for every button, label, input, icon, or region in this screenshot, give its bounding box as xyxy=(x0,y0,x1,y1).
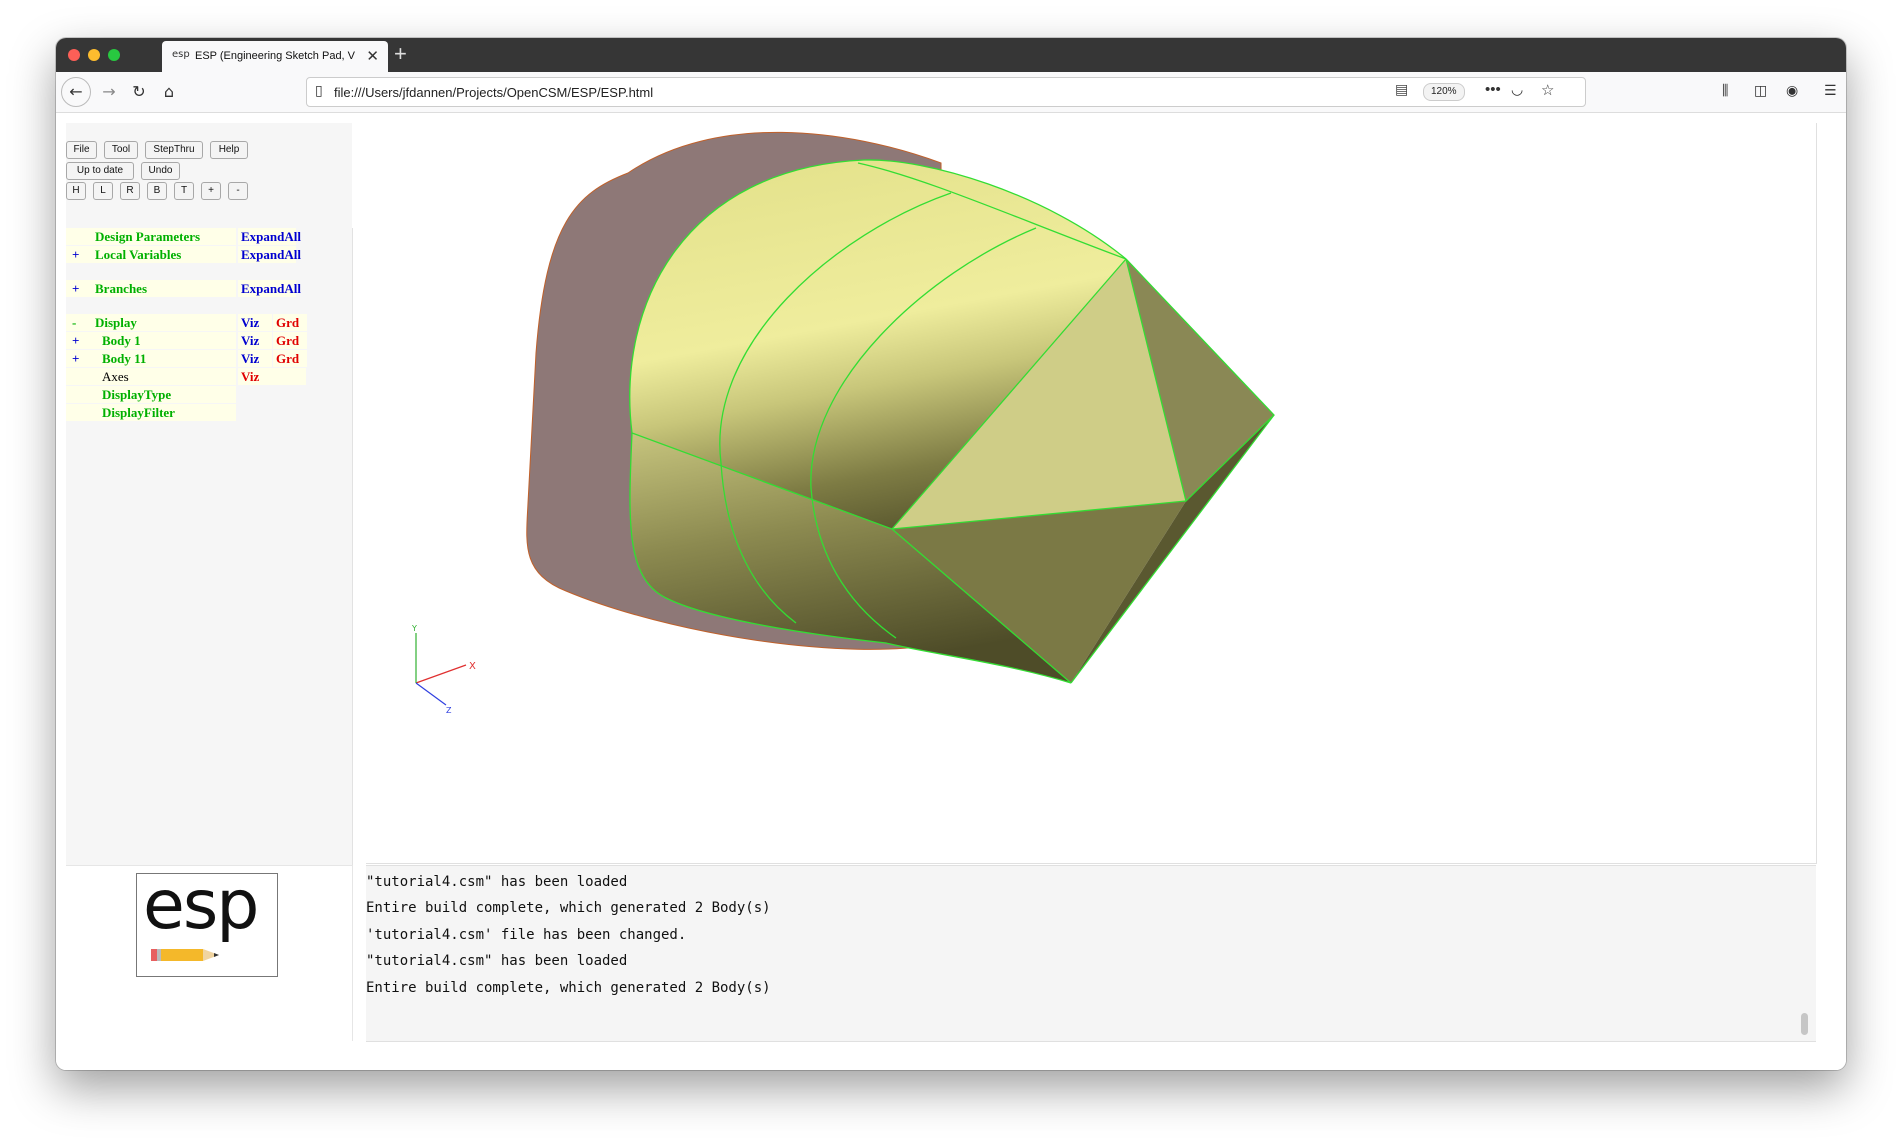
body-11-expand[interactable]: + xyxy=(66,350,86,367)
help-button[interactable]: Help xyxy=(210,141,248,159)
body-11-grd[interactable]: Grd xyxy=(273,350,307,367)
bookmark-star-icon[interactable]: ☆ xyxy=(1541,81,1554,99)
tree-row-design-parameters: Design Parameters ExpandAll xyxy=(66,228,301,245)
toolbar-panel: File Tool StepThru Help Up to date Undo … xyxy=(66,123,352,228)
zoom-out-button[interactable]: - xyxy=(228,182,248,200)
body-1-grd[interactable]: Grd xyxy=(273,332,307,349)
browser-tab[interactable]: esp ESP (Engineering Sketch Pad, V ✕ xyxy=(162,41,388,72)
branches-expand[interactable]: + xyxy=(66,280,86,297)
view-left-button[interactable]: L xyxy=(93,182,113,200)
tree-row-displaytype: DisplayType xyxy=(66,386,236,403)
display-collapse[interactable]: - xyxy=(66,314,86,331)
close-window-button[interactable] xyxy=(68,49,80,61)
message-line: Entire build complete, which generated 2… xyxy=(366,900,771,916)
branches-expandall[interactable]: ExpandAll xyxy=(238,280,301,297)
page-content: File Tool StepThru Help Up to date Undo … xyxy=(56,113,1846,1070)
message-scrollbar[interactable] xyxy=(1801,1013,1808,1035)
file-button[interactable]: File xyxy=(66,141,97,159)
esp-logo: esp xyxy=(136,866,278,977)
message-line: 'tutorial4.csm' file has been changed. xyxy=(366,927,687,943)
library-icon[interactable]: ⫼ xyxy=(1722,83,1728,99)
body-1-expand[interactable]: + xyxy=(66,332,86,349)
navigation-bar: ← → ↻ ⌂ ▯ file:///Users/jfdannen/Project… xyxy=(56,72,1846,113)
logo-text: esp xyxy=(143,866,259,945)
graphics-viewport[interactable]: X Y Z xyxy=(366,123,1817,864)
url-bar[interactable]: ▯ file:///Users/jfdannen/Projects/OpenCS… xyxy=(306,77,1586,107)
local-variables-label[interactable]: Local Variables xyxy=(86,246,236,263)
minimize-window-button[interactable] xyxy=(88,49,100,61)
message-panel[interactable]: "tutorial4.csm" has been loaded Entire b… xyxy=(366,865,1816,1042)
axis-z-label: Z xyxy=(446,706,452,715)
tab-close-icon[interactable]: ✕ xyxy=(366,47,379,65)
reload-icon[interactable]: ↻ xyxy=(126,79,152,105)
up-to-date-button[interactable]: Up to date xyxy=(66,162,134,180)
axis-x-label: X xyxy=(469,661,476,672)
menu-icon[interactable]: ☰ xyxy=(1824,83,1837,99)
reader-view-icon[interactable]: ▤ xyxy=(1395,82,1408,98)
view-right-button[interactable]: R xyxy=(120,182,140,200)
tree-row-local-variables: + Local Variables ExpandAll xyxy=(66,246,301,263)
display-viz[interactable]: Viz xyxy=(238,314,272,331)
axes-triad: X Y Z xyxy=(411,624,476,715)
design-parameters-expandall[interactable]: ExpandAll xyxy=(238,228,301,245)
body-11-viz[interactable]: Viz xyxy=(238,350,272,367)
esp-favicon-icon: esp xyxy=(172,49,190,60)
back-arrow-icon[interactable]: ← xyxy=(61,77,91,107)
more-actions-icon[interactable]: ••• xyxy=(1485,81,1501,98)
tree-row-branches: + Branches ExpandAll xyxy=(66,280,301,297)
view-bottom-button[interactable]: B xyxy=(147,182,167,200)
local-variables-expandall[interactable]: ExpandAll xyxy=(238,246,301,263)
zoom-in-button[interactable]: + xyxy=(201,182,221,200)
design-parameters-label[interactable]: Design Parameters xyxy=(86,228,236,245)
body-11-label[interactable]: Body 11 xyxy=(86,350,236,367)
logo-panel: esp xyxy=(66,865,353,1041)
body-1-label[interactable]: Body 1 xyxy=(86,332,236,349)
forward-arrow-icon[interactable]: → xyxy=(96,79,122,105)
tab-title: ESP (Engineering Sketch Pad, V xyxy=(195,50,356,62)
undo-button[interactable]: Undo xyxy=(141,162,180,180)
local-variables-expand[interactable]: + xyxy=(66,246,86,263)
stepthru-button[interactable]: StepThru xyxy=(145,141,203,159)
view-top-button[interactable]: T xyxy=(174,182,194,200)
body-1-viz[interactable]: Viz xyxy=(238,332,272,349)
tree-row-displayfilter: DisplayFilter xyxy=(66,404,236,421)
sidebar-icon[interactable]: ◫ xyxy=(1754,83,1767,99)
page-icon: ▯ xyxy=(315,83,323,99)
message-line: "tutorial4.csm" has been loaded xyxy=(366,874,628,890)
url-text[interactable]: file:///Users/jfdannen/Projects/OpenCSM/… xyxy=(334,85,653,100)
maximize-window-button[interactable] xyxy=(108,49,120,61)
browser-window: esp ESP (Engineering Sketch Pad, V ✕ + ←… xyxy=(56,38,1846,1070)
tree-panel: Design Parameters ExpandAll + Local Vari… xyxy=(66,228,353,933)
display-label[interactable]: Display xyxy=(86,314,236,331)
zoom-level-badge[interactable]: 120% xyxy=(1423,83,1465,101)
account-icon[interactable]: ◉ xyxy=(1786,83,1798,99)
displaytype-label[interactable]: DisplayType xyxy=(86,386,236,403)
tree-row-body-11: + Body 11 Viz Grd xyxy=(66,350,307,367)
view-home-button[interactable]: H xyxy=(66,182,86,200)
displayfilter-label[interactable]: DisplayFilter xyxy=(86,404,236,421)
tab-bar: esp ESP (Engineering Sketch Pad, V ✕ + xyxy=(56,38,1846,72)
branches-label[interactable]: Branches xyxy=(86,280,236,297)
axes-viz[interactable]: Viz xyxy=(238,368,306,385)
tree-row-display: - Display Viz Grd xyxy=(66,314,307,331)
axis-y-label: Y xyxy=(411,624,417,633)
pencil-icon xyxy=(151,949,219,961)
home-icon[interactable]: ⌂ xyxy=(156,79,182,105)
tool-button[interactable]: Tool xyxy=(104,141,138,159)
pocket-icon[interactable]: ◡ xyxy=(1511,82,1523,98)
axes-label[interactable]: Axes xyxy=(86,368,236,385)
display-grd[interactable]: Grd xyxy=(273,314,307,331)
new-tab-icon[interactable]: + xyxy=(394,41,407,67)
tree-row-body-1: + Body 1 Viz Grd xyxy=(66,332,307,349)
message-line: Entire build complete, which generated 2… xyxy=(366,980,771,996)
tree-row-axes: Axes Viz xyxy=(66,368,306,385)
model-render[interactable]: X Y Z xyxy=(366,123,1816,863)
message-line: "tutorial4.csm" has been loaded xyxy=(366,953,628,969)
